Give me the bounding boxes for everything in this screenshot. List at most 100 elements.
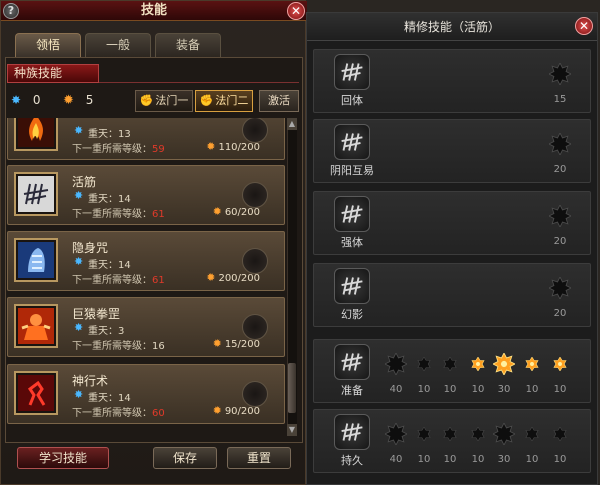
skill-name: 隐身咒 bbox=[72, 241, 109, 255]
window-title: 技能 bbox=[1, 1, 307, 21]
req-label: 下一重所需等级： bbox=[72, 209, 152, 220]
node-value: 10 bbox=[525, 454, 539, 465]
skill-card[interactable]: ✸ 重天：13 下一重所需等级：59 ✹ 110/200 bbox=[7, 118, 285, 160]
refine-row: 强体 20 bbox=[313, 191, 591, 255]
sun-icon: ✹ bbox=[206, 140, 216, 153]
skill-requirement: 下一重所需等级：60 bbox=[72, 404, 165, 419]
cost-value: 200/200 bbox=[218, 273, 260, 284]
refine-row: 准备 40 10 10 10 30 10 10 bbox=[313, 339, 591, 403]
close-icon[interactable]: ✕ bbox=[287, 2, 305, 20]
active-node-icon[interactable] bbox=[471, 356, 485, 372]
stealth-skill-icon bbox=[18, 242, 54, 278]
learn-skill-button[interactable]: 学习技能 bbox=[17, 447, 109, 469]
skill-icon bbox=[14, 118, 58, 151]
refine-skill-icon[interactable] bbox=[334, 124, 370, 160]
scroll-up-icon[interactable]: ▲ bbox=[287, 118, 297, 130]
skill-requirement: 下一重所需等级：16 bbox=[72, 337, 165, 352]
skill-card[interactable]: 隐身咒 ✸ 重天：14 下一重所需等级：61 ✹ 200/200 bbox=[7, 231, 285, 291]
refine-skill-icon[interactable] bbox=[334, 268, 370, 304]
skill-slot[interactable] bbox=[242, 118, 268, 143]
refine-row: 幻影 20 bbox=[313, 263, 591, 327]
skill-slot[interactable] bbox=[242, 182, 268, 208]
inactive-node-icon[interactable] bbox=[553, 426, 567, 442]
refine-skill-name: 回体 bbox=[341, 94, 363, 107]
skill-slot[interactable] bbox=[242, 248, 268, 274]
skill-level: ✸ 重天：14 bbox=[74, 255, 131, 271]
inactive-node-icon[interactable] bbox=[492, 422, 516, 446]
cost-value: 60/200 bbox=[224, 207, 260, 218]
inactive-node-icon[interactable] bbox=[384, 352, 408, 376]
inactive-node-icon[interactable] bbox=[471, 426, 485, 442]
skill-level: ✸ 重天：14 bbox=[74, 388, 131, 404]
refine-skills-window: 精修技能（活筋） ✕ 回体 15 阴阳互易 20 强体 20 幻影 20 准备 40 10 10 10 3… bbox=[306, 12, 598, 485]
req-value: 16 bbox=[152, 341, 165, 352]
blue-star-icon: ✸ bbox=[74, 189, 84, 202]
skill-card[interactable]: 神行术 ✸ 重天：14 下一重所需等级：60 ✹ 90/200 bbox=[7, 364, 285, 424]
sun-icon: ✹ bbox=[206, 271, 216, 284]
method-two-button[interactable]: ✊ 法门二 bbox=[195, 90, 253, 112]
refine-row: 持久 40 10 10 10 30 10 10 bbox=[313, 409, 591, 473]
skill-icon bbox=[14, 304, 58, 348]
fist-icon: ✊ bbox=[199, 94, 214, 107]
method-one-button[interactable]: ✊ 法门一 bbox=[135, 90, 193, 112]
active-node-icon[interactable] bbox=[492, 352, 516, 376]
save-button[interactable]: 保存 bbox=[153, 447, 217, 469]
help-icon[interactable]: ? bbox=[3, 3, 19, 19]
skill-level-text: 重天：14 bbox=[88, 260, 131, 271]
skill-level: ✸ 重天：3 bbox=[74, 321, 124, 337]
refine-skill-icon[interactable] bbox=[334, 344, 370, 380]
blue-star-icon: ✸ bbox=[74, 388, 84, 401]
blue-points: ✸ 0 bbox=[11, 93, 41, 107]
active-node-icon[interactable] bbox=[525, 356, 539, 372]
node-value: 10 bbox=[443, 384, 457, 395]
inactive-node-icon[interactable] bbox=[525, 426, 539, 442]
tab-general[interactable]: 一般 bbox=[85, 33, 151, 57]
cost-value: 15/200 bbox=[224, 339, 260, 350]
scrollbar-thumb[interactable] bbox=[288, 363, 296, 413]
sun-icon: ✹ bbox=[212, 205, 222, 218]
skill-name: 神行术 bbox=[72, 374, 109, 388]
window-title: 精修技能（活筋） bbox=[307, 13, 597, 41]
skills-window: 技能 ? ✕ 领悟 一般 装备 种族技能 ✸ 0 ✹ 5 ✊ 法门一 ✊ 法门二 激… bbox=[0, 0, 307, 485]
inactive-node-icon[interactable] bbox=[548, 276, 572, 300]
skill-slot[interactable] bbox=[242, 314, 268, 340]
scroll-down-icon[interactable]: ▼ bbox=[287, 424, 297, 436]
skill-level-text: 重天：14 bbox=[88, 393, 131, 404]
inactive-node-icon[interactable] bbox=[548, 204, 572, 228]
close-icon[interactable]: ✕ bbox=[575, 17, 593, 35]
inactive-node-icon[interactable] bbox=[417, 356, 431, 372]
reset-button[interactable]: 重置 bbox=[227, 447, 291, 469]
node-value: 20 bbox=[553, 236, 567, 247]
inactive-node-icon[interactable] bbox=[443, 356, 457, 372]
inactive-node-icon[interactable] bbox=[548, 132, 572, 156]
activate-button[interactable]: 激活 bbox=[259, 90, 299, 112]
refine-skill-name: 持久 bbox=[341, 454, 363, 467]
active-node-icon[interactable] bbox=[553, 356, 567, 372]
skill-card[interactable]: 活筋 ✸ 重天：14 下一重所需等级：61 ✹ 60/200 bbox=[7, 165, 285, 225]
sun-icon: ✹ bbox=[212, 404, 222, 417]
tab-equipment[interactable]: 装备 bbox=[155, 33, 221, 57]
skill-card[interactable]: 巨猿拳罡 ✸ 重天：3 下一重所需等级：16 ✹ 15/200 bbox=[7, 297, 285, 357]
inactive-node-icon[interactable] bbox=[548, 62, 572, 86]
skill-slot[interactable] bbox=[242, 381, 268, 407]
blue-star-icon: ✸ bbox=[74, 321, 84, 334]
skill-icon bbox=[14, 238, 58, 282]
skill-level-text: 重天：13 bbox=[88, 129, 131, 140]
refine-skill-icon[interactable] bbox=[334, 196, 370, 232]
skill-level: ✸ 重天：13 bbox=[74, 124, 131, 140]
inactive-node-icon[interactable] bbox=[443, 426, 457, 442]
inactive-node-icon[interactable] bbox=[384, 422, 408, 446]
node-value: 10 bbox=[553, 454, 567, 465]
orange-points-value: 5 bbox=[85, 93, 94, 107]
refine-skill-icon[interactable] bbox=[334, 414, 370, 450]
method-one-label: 法门一 bbox=[155, 94, 189, 107]
inactive-node-icon[interactable] bbox=[417, 426, 431, 442]
fire-skill-icon bbox=[18, 118, 54, 147]
refine-skill-icon[interactable] bbox=[334, 54, 370, 90]
node-value: 10 bbox=[553, 384, 567, 395]
req-value: 59 bbox=[152, 144, 165, 155]
blue-points-value: 0 bbox=[32, 93, 41, 107]
req-value: 60 bbox=[152, 408, 165, 419]
ape-fist-skill-icon bbox=[18, 308, 54, 344]
tab-comprehend[interactable]: 领悟 bbox=[15, 33, 81, 57]
